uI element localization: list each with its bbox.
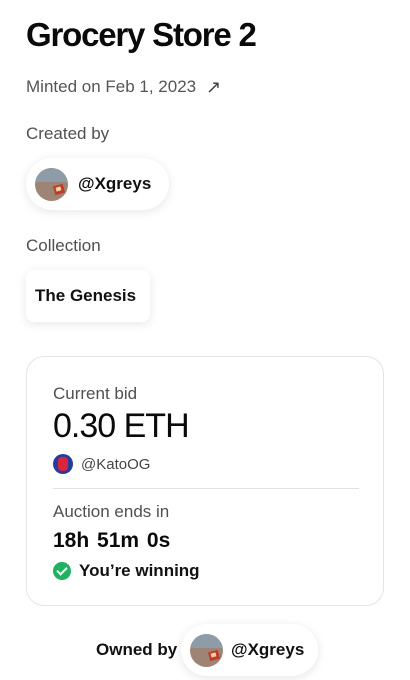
minted-date: Minted on Feb 1, 2023: [26, 77, 197, 96]
creator-avatar: [35, 167, 68, 201]
owner-username: @Xgreys: [231, 640, 305, 659]
arrow-up-right-icon: ↗: [206, 77, 222, 97]
creator-chip[interactable]: @Xgreys: [26, 158, 170, 210]
collection-chip[interactable]: The Genesis: [26, 270, 151, 322]
current-bid-label: Current bid: [53, 384, 138, 403]
collection-label: Collection: [26, 236, 101, 255]
page-title: Grocery Store 2: [26, 16, 257, 53]
winning-status: You’re winning: [53, 561, 200, 581]
created-by-label: Created by: [26, 124, 110, 143]
bidder-username: @KatoOG: [81, 455, 151, 473]
owner-chip[interactable]: @Xgreys: [181, 624, 319, 676]
bidder-avatar: [53, 454, 73, 474]
creator-username: @Xgreys: [78, 174, 152, 193]
current-bid-amount: 0.30 ETH: [53, 407, 190, 445]
divider: [53, 488, 359, 489]
owned-by-label: Owned by: [96, 640, 178, 659]
winning-status-text: You’re winning: [79, 561, 200, 580]
auction-ends-label: Auction ends in: [53, 502, 170, 521]
owner-avatar: [190, 633, 223, 667]
minted-link[interactable]: Minted on Feb 1, 2023 ↗: [26, 77, 221, 97]
auction-countdown: 18h 51m 0s: [53, 529, 171, 552]
bid-card: Current bid 0.30 ETH @KatoOG Auction end…: [26, 356, 384, 606]
collection-name: The Genesis: [35, 286, 137, 305]
bidder-link[interactable]: @KatoOG: [53, 454, 150, 474]
check-circle-icon: [53, 562, 71, 580]
